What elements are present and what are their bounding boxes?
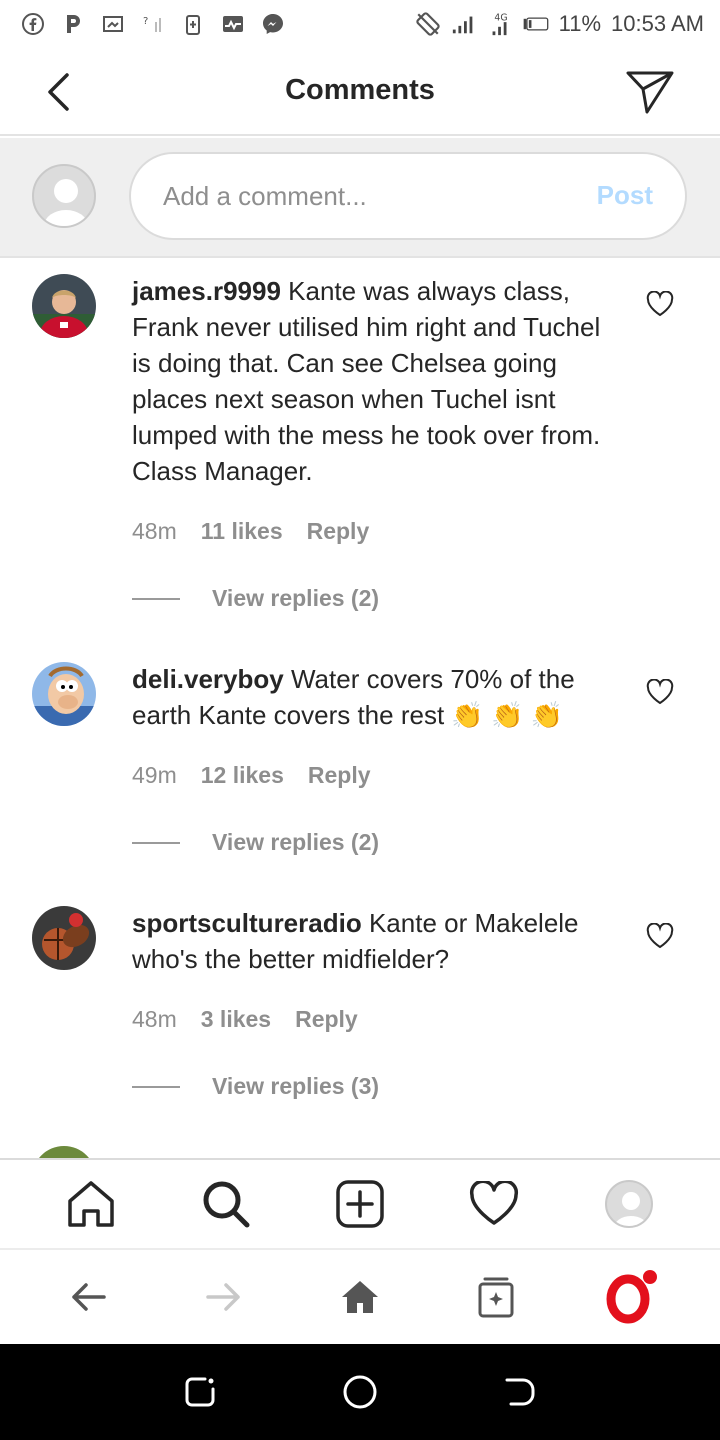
avatar[interactable]: [32, 1146, 96, 1158]
reply-button[interactable]: Reply: [295, 1006, 358, 1033]
browser-tabs-button[interactable]: [466, 1267, 526, 1327]
replies-divider: [132, 1085, 180, 1088]
profile-avatar: [604, 1180, 653, 1228]
recents-icon: [185, 1377, 215, 1407]
svg-text:4G: 4G: [494, 12, 507, 23]
network-4g-icon: 4G: [487, 11, 513, 37]
status-bar: ? 4G 11% 10:53 AM: [0, 0, 720, 48]
heart-icon: [470, 1181, 519, 1225]
like-heart-icon[interactable]: [646, 290, 674, 317]
home-circle-icon: [343, 1375, 377, 1409]
comment-meta: 48m 3 likes Reply: [132, 1006, 358, 1033]
opera-menu-button[interactable]: [602, 1267, 662, 1327]
comment-field: Post: [129, 152, 687, 240]
view-replies-label: View replies (2): [212, 585, 380, 611]
replies-divider: [132, 597, 180, 600]
facebook-icon: [20, 11, 46, 37]
view-replies-button[interactable]: View replies (2): [132, 829, 379, 856]
view-replies-button[interactable]: View replies (3): [132, 1073, 379, 1100]
comment-username[interactable]: sportscultureradio: [132, 908, 362, 938]
post-button[interactable]: Post: [597, 180, 653, 211]
comment-likes[interactable]: 12 likes: [201, 762, 284, 789]
system-back-button[interactable]: [490, 1362, 550, 1422]
comment-likes[interactable]: 3 likes: [201, 1006, 271, 1033]
nav-activity[interactable]: [464, 1174, 524, 1234]
avatar[interactable]: [32, 662, 96, 726]
system-home-button[interactable]: [330, 1362, 390, 1422]
nav-search[interactable]: [196, 1174, 256, 1234]
comment-time: 49m: [132, 762, 177, 788]
current-user-avatar: [32, 164, 96, 228]
comment-username[interactable]: deli.veryboy: [132, 664, 284, 694]
back-icon: [72, 1283, 106, 1311]
comment-composer: Post: [0, 138, 720, 258]
clock: 10:53 AM: [611, 11, 704, 36]
comments-list[interactable]: james.r9999 Kante was always class, Fran…: [0, 258, 720, 1158]
browser-home-button[interactable]: [330, 1267, 390, 1327]
comment-meta: 49m 12 likes Reply: [132, 762, 371, 789]
home-icon: [68, 1181, 114, 1227]
avatar[interactable]: [32, 906, 96, 970]
rotation-lock-icon: [415, 11, 441, 37]
paper-plane-icon: [626, 71, 674, 114]
view-replies-button[interactable]: View replies (2): [132, 585, 379, 612]
comment-time: 48m: [132, 1006, 177, 1032]
forward-icon: [206, 1283, 240, 1311]
like-heart-icon[interactable]: [646, 678, 674, 705]
comments-header: Comments: [0, 48, 720, 136]
replies-divider: [132, 841, 180, 844]
comment-likes[interactable]: 11 likes: [201, 518, 283, 545]
reply-button[interactable]: Reply: [307, 518, 370, 545]
comment-username[interactable]: james.r9999: [132, 276, 281, 306]
battery-saver-icon: [180, 11, 206, 37]
recents-button[interactable]: [170, 1362, 230, 1422]
home-icon: [342, 1281, 378, 1313]
view-replies-label: View replies (2): [212, 829, 380, 855]
opera-icon: [606, 1270, 657, 1324]
tabs-icon: [478, 1277, 514, 1318]
comment-body: Kante was always class, Frank never util…: [132, 276, 601, 486]
battery-percent: 11%: [558, 11, 602, 36]
comment-text: james.r9999 Kante was always class, Fran…: [132, 273, 622, 489]
like-heart-icon[interactable]: [646, 922, 674, 949]
comment-text: deli.veryboy Water covers 70% of the ear…: [132, 661, 622, 733]
nav-profile[interactable]: [599, 1174, 659, 1234]
comment-meta: 48m 11 likes Reply: [132, 518, 369, 545]
activity-icon: [220, 11, 246, 37]
back-icon: [505, 1378, 535, 1406]
page-title: Comments: [285, 74, 435, 106]
nav-add-post[interactable]: [330, 1174, 390, 1234]
messenger-icon: [260, 11, 286, 37]
comment-text: sportscultureradio Kante or Makelele who…: [132, 905, 622, 977]
comment-time: 48m: [132, 518, 177, 544]
browser-forward-button[interactable]: [194, 1267, 254, 1327]
p-app-icon: [60, 11, 86, 37]
nav-home[interactable]: [61, 1174, 121, 1234]
reply-button[interactable]: Reply: [308, 762, 371, 789]
svg-text:?: ?: [143, 16, 148, 27]
app-bottom-nav: [0, 1158, 720, 1248]
battery-icon: [523, 11, 549, 37]
screenshot-icon: [100, 11, 126, 37]
share-button[interactable]: [624, 68, 676, 116]
view-replies-label: View replies (3): [212, 1073, 380, 1099]
comment-input[interactable]: [163, 176, 563, 216]
browser-toolbar: [0, 1248, 720, 1344]
signal-icon: [451, 11, 477, 37]
avatar[interactable]: [32, 274, 96, 338]
search-icon: [203, 1181, 250, 1228]
signal-question-icon: ?: [140, 11, 166, 37]
add-post-icon: [336, 1180, 384, 1228]
system-nav-bar: [0, 1344, 720, 1440]
browser-back-button[interactable]: [58, 1267, 118, 1327]
